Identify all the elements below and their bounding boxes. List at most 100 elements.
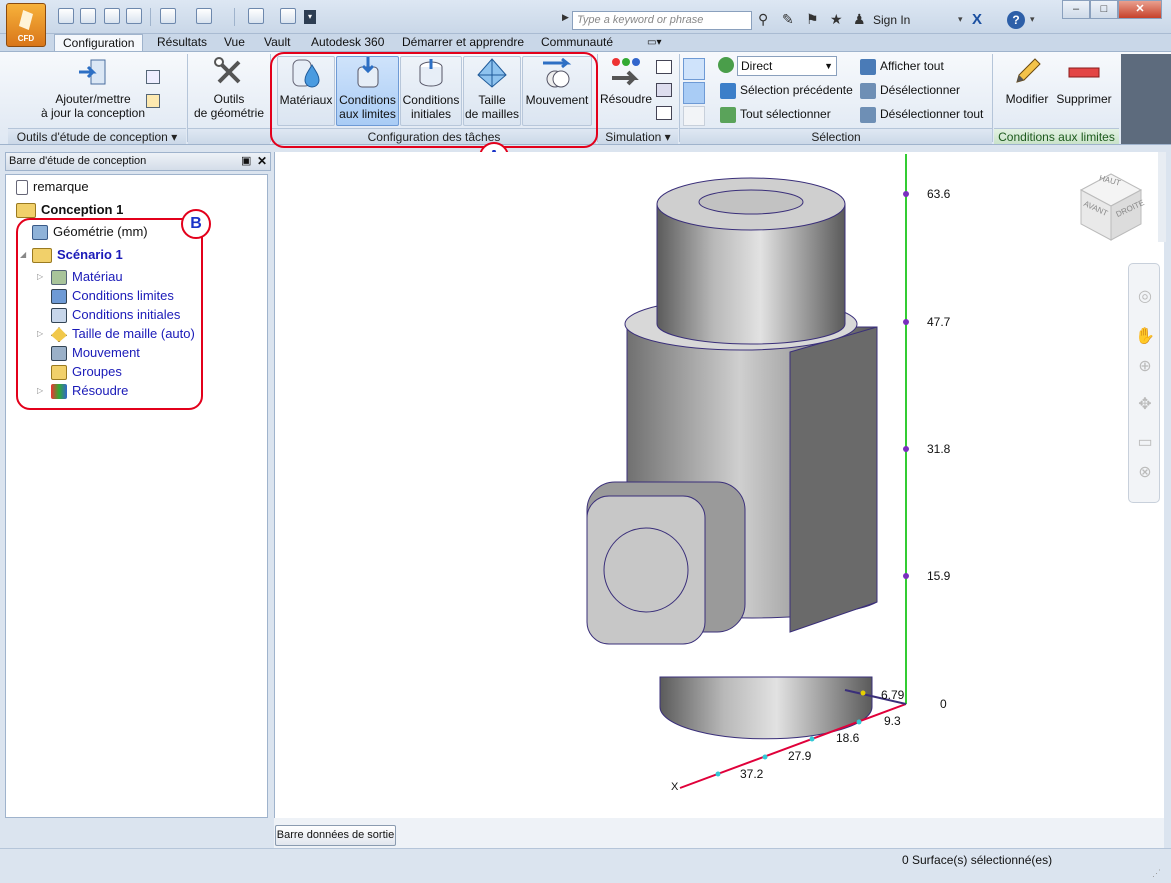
tab-view[interactable]: Vue bbox=[224, 34, 245, 52]
select-edge-icon[interactable] bbox=[683, 106, 705, 126]
new-file-icon[interactable] bbox=[58, 8, 74, 24]
ribbon-tabs: Configuration Résultats Vue Vault Autode… bbox=[0, 34, 1171, 52]
group-dropdown-icon[interactable]: ▾ bbox=[171, 130, 177, 144]
undock-icon[interactable]: ▣ bbox=[241, 153, 251, 170]
open-folder-icon[interactable] bbox=[80, 8, 96, 24]
sign-in-link[interactable]: Sign In bbox=[873, 13, 910, 27]
graphics-viewport[interactable]: 63.6 47.7 31.8 15.9 0 6.79 9.3 18.6 27.9 37.2 X bbox=[274, 152, 1164, 818]
chevron-down-icon: ▼ bbox=[824, 61, 833, 71]
deselect-all-icon bbox=[860, 106, 876, 123]
output-bar-area bbox=[274, 818, 1164, 848]
z-tick-mark bbox=[903, 446, 909, 452]
x-axis-label: X bbox=[671, 781, 679, 793]
annotation-b-label: B bbox=[181, 209, 211, 239]
application-menu-button[interactable]: CFD bbox=[6, 3, 46, 47]
x-tick-mark bbox=[809, 736, 815, 742]
deselect-all-button[interactable]: Désélectionner tout bbox=[860, 106, 983, 123]
search-expand-icon[interactable]: ▶ bbox=[562, 12, 572, 30]
help-dropdown-icon[interactable]: ▾ bbox=[1030, 14, 1035, 25]
tab-community[interactable]: Communauté bbox=[541, 34, 613, 52]
search-input[interactable]: Type a keyword or phrase bbox=[572, 11, 752, 30]
x-tick-mark bbox=[715, 771, 721, 777]
select-volume-icon[interactable] bbox=[683, 58, 705, 80]
toolbar-separator bbox=[150, 8, 151, 26]
geometry-tools-button[interactable]: Outils de géométrie bbox=[190, 56, 268, 120]
tree-item-design[interactable]: Conception 1 bbox=[16, 201, 123, 219]
design-copy-icon[interactable] bbox=[146, 70, 160, 84]
import-design-icon bbox=[77, 56, 109, 88]
run-list-icon[interactable] bbox=[656, 60, 672, 74]
help-icon[interactable]: ? bbox=[1007, 11, 1025, 29]
resize-grip-icon[interactable]: ⋰ bbox=[1152, 868, 1161, 879]
delete-button[interactable]: Supprimer bbox=[1054, 56, 1114, 106]
tab-autodesk-360[interactable]: Autodesk 360 bbox=[311, 34, 384, 52]
design-review-icon[interactable] bbox=[248, 8, 264, 24]
z-tick-mark bbox=[903, 573, 909, 579]
select-all-icon bbox=[720, 106, 736, 123]
design-edit-icon[interactable] bbox=[146, 94, 160, 108]
look-at-icon[interactable]: ▭ bbox=[1135, 432, 1155, 452]
toolbar-separator bbox=[234, 8, 235, 26]
z-tick-label: 63.6 bbox=[927, 187, 951, 201]
favorites-star-icon[interactable]: ★ bbox=[830, 11, 843, 28]
zoom-icon[interactable]: ⊕ bbox=[1135, 356, 1155, 376]
ribbon-options-icon[interactable]: ▭▾ bbox=[647, 34, 661, 52]
save-as-icon[interactable] bbox=[126, 8, 142, 24]
tree-item-note[interactable]: remarque bbox=[16, 178, 89, 196]
z-tick-mark bbox=[903, 191, 909, 197]
annotation-a-outline bbox=[270, 52, 598, 148]
z-tick-mark bbox=[903, 319, 909, 325]
project-icon[interactable] bbox=[160, 8, 176, 24]
previous-selection-button[interactable]: Sélection précédente bbox=[720, 82, 853, 99]
x-tick-label: 6.79 bbox=[881, 688, 905, 702]
x-tick-label: 9.3 bbox=[884, 714, 901, 728]
x-tick-label: 27.9 bbox=[788, 749, 812, 763]
job-manager-icon[interactable] bbox=[656, 83, 672, 97]
show-all-button[interactable]: Afficher tout bbox=[860, 58, 944, 75]
tab-getting-started[interactable]: Démarrer et apprendre bbox=[402, 34, 524, 52]
solve-icon bbox=[610, 56, 642, 88]
close-panel-icon[interactable]: ✕ bbox=[257, 153, 267, 170]
modify-button[interactable]: Modifier bbox=[1000, 56, 1054, 106]
steering-wheel-icon[interactable]: ◎ bbox=[1135, 286, 1155, 306]
tab-vault[interactable]: Vault bbox=[264, 34, 290, 52]
tab-configuration[interactable]: Configuration bbox=[54, 34, 144, 52]
z-tick-label: 0 bbox=[940, 697, 947, 711]
window-controls: – □ ✕ bbox=[1062, 0, 1162, 20]
minimize-button[interactable]: – bbox=[1062, 0, 1090, 19]
selection-mode-select[interactable]: Direct ▼ bbox=[737, 56, 837, 76]
user-icon: ♟ bbox=[853, 11, 866, 27]
group-label-simulation: Simulation ▾ bbox=[598, 128, 678, 144]
binoculars-icon[interactable]: ⚲ bbox=[758, 11, 768, 28]
select-surface-icon[interactable] bbox=[683, 82, 705, 104]
pencil-icon bbox=[1011, 56, 1043, 88]
deselect-button[interactable]: Désélectionner bbox=[860, 82, 960, 99]
subscription-icon[interactable]: ⚑ bbox=[806, 11, 819, 28]
output-data-bar-button[interactable]: Barre données de sortie bbox=[275, 825, 396, 846]
maximize-button[interactable]: □ bbox=[1090, 0, 1118, 19]
part-model[interactable] bbox=[586, 177, 878, 740]
center-icon[interactable]: ⊗ bbox=[1135, 462, 1155, 482]
add-update-design-button[interactable]: Ajouter/mettre à jour la conception bbox=[34, 56, 152, 120]
email-icon[interactable] bbox=[656, 106, 672, 120]
solve-button[interactable]: Résoudre bbox=[598, 56, 654, 106]
z-tick-label: 47.7 bbox=[927, 315, 951, 329]
close-button[interactable]: ✕ bbox=[1118, 0, 1162, 19]
exchange-apps-icon[interactable]: X bbox=[972, 11, 982, 28]
viewcube[interactable]: HAUT AVANT DROITE bbox=[1077, 170, 1146, 242]
navigation-bar: ◎ ✋ ⊕ ✥ ▭ ⊗ bbox=[1128, 263, 1160, 503]
material-color-icon[interactable] bbox=[196, 8, 212, 24]
select-all-button[interactable]: Tout sélectionner bbox=[720, 106, 831, 123]
orbit-icon[interactable]: ✥ bbox=[1135, 394, 1155, 414]
sign-in-dropdown-icon[interactable]: ▾ bbox=[958, 14, 963, 25]
ribbon-dark-edge bbox=[1121, 54, 1171, 144]
group-label-design-tools: Outils d'étude de conception ▾ bbox=[8, 128, 186, 144]
wrench-icon[interactable]: ✎ bbox=[782, 11, 794, 28]
qat-customize-icon[interactable]: ▾ bbox=[304, 10, 316, 24]
tab-results[interactable]: Résultats bbox=[157, 34, 207, 52]
pan-hand-icon[interactable]: ✋ bbox=[1135, 326, 1155, 346]
group-dropdown-icon[interactable]: ▾ bbox=[665, 130, 671, 144]
window-arrange-icon[interactable] bbox=[280, 8, 296, 24]
selection-mode-icon bbox=[718, 57, 734, 73]
save-icon[interactable] bbox=[104, 8, 120, 24]
